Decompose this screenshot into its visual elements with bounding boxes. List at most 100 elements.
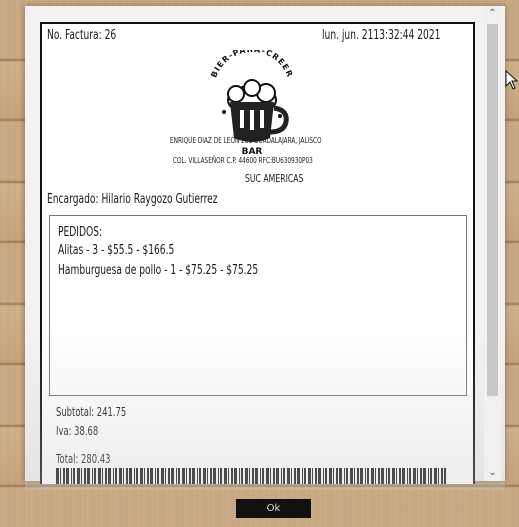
invoice-number: No. Factura: 26	[47, 28, 117, 43]
barcode-bar	[297, 468, 300, 484]
barcode-bar	[98, 468, 101, 484]
barcode-bar	[77, 468, 80, 484]
address-line-2: COL. VILLASEÑOR C.P. 44600 RFC:BU630930P…	[173, 156, 313, 165]
barcode-bar	[367, 468, 369, 484]
orders-box: PEDIDOS: Alitas - 3 - $55.5 - $166.5 Ham…	[49, 215, 467, 396]
barcode-bar	[203, 468, 206, 484]
barcode-bar	[325, 468, 327, 484]
branch-name: SUC AMERICAS	[245, 172, 304, 185]
address-line-1: ENRIQUE DIAZ DE LEÓN 261 GUADALAJARA, JA…	[170, 136, 322, 145]
invoice-datetime: lun. jun. 2113:32:44 2021	[322, 28, 441, 43]
barcode-bar	[378, 468, 380, 484]
barcode-bar	[192, 468, 195, 484]
barcode-bar	[144, 468, 145, 484]
barcode-bar	[199, 468, 201, 484]
barcode-bar	[357, 468, 359, 484]
barcode-bar	[60, 468, 61, 484]
barcode-bar	[171, 468, 174, 484]
barcode-bar	[441, 468, 443, 484]
barcode-bar	[434, 468, 437, 484]
barcode-bar	[339, 468, 342, 484]
barcode-bar	[197, 468, 198, 484]
barcode-bar	[165, 468, 166, 484]
svg-text:BIER-PARA-CREER: BIER-PARA-CREER	[209, 50, 294, 79]
receipt-page: No. Factura: 26 lun. jun. 2113:32:44 202…	[40, 22, 475, 484]
barcode-bar	[388, 468, 390, 484]
barcode-bar	[428, 468, 429, 484]
barcode-bar	[123, 468, 124, 484]
barcode-bar	[113, 468, 114, 484]
barcode-bar	[281, 468, 282, 484]
barcode-bar	[176, 468, 177, 484]
barcode-bar	[255, 468, 258, 484]
barcode-bar	[336, 468, 338, 484]
barcode-bar	[430, 468, 432, 484]
barcode-bar	[423, 468, 426, 484]
barcode-bar	[329, 468, 332, 484]
barcode-bar	[129, 468, 132, 484]
ok-button[interactable]: Ok	[236, 499, 311, 518]
barcode-bar	[186, 468, 187, 484]
barcode	[56, 468, 446, 484]
chevron-down-icon[interactable]: ⌄	[484, 465, 501, 481]
barcode-bar	[308, 468, 311, 484]
vertical-scrollbar[interactable]: ⌃ ⌄	[484, 6, 501, 481]
barcode-bar	[381, 468, 384, 484]
barcode-bar	[273, 468, 275, 484]
barcode-bar	[262, 468, 264, 484]
barcode-bar	[182, 468, 185, 484]
barcode-bar	[304, 468, 306, 484]
barcode-bar	[218, 468, 219, 484]
barcode-bar	[119, 468, 122, 484]
barcode-bar	[147, 468, 149, 484]
barcode-bar	[140, 468, 143, 484]
barcode-bar	[231, 468, 233, 484]
barcode-bar	[283, 468, 285, 484]
barcode-bar	[276, 468, 279, 484]
barcode-bar	[346, 468, 348, 484]
barcode-bar	[420, 468, 422, 484]
receipt-dialog: No. Factura: 26 lun. jun. 2113:32:44 202…	[0, 0, 519, 527]
chevron-up-icon[interactable]: ⌃	[484, 6, 501, 22]
barcode-bar	[354, 468, 355, 484]
barcode-bar	[241, 468, 243, 484]
barcode-bar	[63, 468, 65, 484]
barcode-bar	[71, 468, 72, 484]
barcode-bar	[399, 468, 401, 484]
barcode-bar	[386, 468, 387, 484]
order-item: Hamburguesa de pollo - 1 - $75.25 - $75.…	[58, 263, 259, 278]
barcode-bar	[81, 468, 82, 484]
barcode-bar	[189, 468, 191, 484]
barcode-bar	[407, 468, 408, 484]
logo-top-text: BIER-PARA-CREER	[209, 45, 293, 79]
subtotal: Subtotal: 241.75	[56, 405, 127, 419]
manager-name: Encargado: Hilario Raygozo Gutierrez	[47, 192, 218, 207]
barcode-bar	[392, 468, 395, 484]
barcode-bar	[245, 468, 248, 484]
barcode-bar	[220, 468, 222, 484]
barcode-bar	[224, 468, 227, 484]
barcode-bar	[318, 468, 321, 484]
order-item: Alitas - 3 - $55.5 - $166.5	[58, 243, 175, 258]
barcode-bar	[333, 468, 334, 484]
barcode-bar	[371, 468, 374, 484]
barcode-bar	[402, 468, 405, 484]
scroll-thumb[interactable]	[487, 24, 498, 396]
barcode-bar	[249, 468, 250, 484]
barcode-bar	[150, 468, 153, 484]
barcode-bar	[438, 468, 439, 484]
barcode-bar	[66, 468, 69, 484]
barcode-bar	[136, 468, 138, 484]
barcode-bar	[73, 468, 75, 484]
barcode-bar	[266, 468, 269, 484]
barcode-bar	[56, 468, 59, 484]
barcode-bar	[92, 468, 93, 484]
barcode-bar	[287, 468, 290, 484]
barcode-bar	[126, 468, 128, 484]
orders-title: PEDIDOS:	[58, 225, 103, 240]
barcode-bar	[413, 468, 416, 484]
barcode-bar	[270, 468, 271, 484]
barcode-bar	[365, 468, 366, 484]
barcode-bar	[350, 468, 353, 484]
barcode-bar	[168, 468, 170, 484]
